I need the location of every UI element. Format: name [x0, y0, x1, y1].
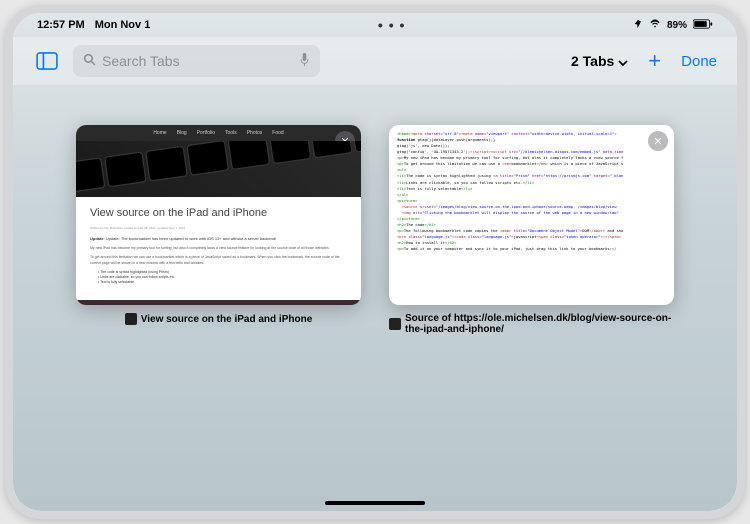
microphone-icon[interactable] [299, 53, 310, 70]
done-button[interactable]: Done [681, 53, 717, 70]
multitask-dots[interactable]: • • • [378, 17, 405, 33]
search-input[interactable]: Search Tabs [73, 45, 320, 77]
search-icon [83, 53, 96, 69]
tab-group-selector[interactable]: 2 Tabs [571, 53, 628, 69]
tab-card: ✕ <head><meta charset="utf-8"><meta name… [389, 125, 674, 335]
blog-update: Update: Update: The bookmarklet has been… [90, 236, 347, 242]
tab-card: ✕ Home Blog Portfolio Tools Photos Food [76, 125, 361, 335]
tab-label: Source of https://ole.michelsen.dk/blog/… [389, 313, 674, 335]
status-date: Mon Nov 1 [95, 19, 151, 31]
toolbar: Search Tabs 2 Tabs + Done [13, 37, 737, 85]
ipad-device-frame: 12:57 PM Mon Nov 1 • • • 89% [5, 5, 745, 519]
favicon [125, 313, 137, 325]
location-icon [633, 19, 643, 32]
blog-heading: View source on the iPad and iPhone [90, 205, 347, 222]
source-code: <head><meta charset="utf-8"><meta name="… [389, 125, 674, 258]
tabs-grid: ✕ Home Blog Portfolio Tools Photos Food [13, 85, 737, 375]
blog-footer [76, 300, 361, 306]
tab-thumbnail[interactable]: ✕ Home Blog Portfolio Tools Photos Food [76, 125, 361, 305]
blog-byline: Written by Ole Michelsen posted on Feb 2… [90, 226, 347, 231]
status-bar: 12:57 PM Mon Nov 1 • • • 89% [13, 13, 737, 37]
battery-icon [693, 19, 713, 32]
tab-thumbnail[interactable]: ✕ <head><meta charset="utf-8"><meta name… [389, 125, 674, 305]
close-tab-button[interactable]: ✕ [648, 131, 668, 151]
tab-label: View source on the iPad and iPhone [125, 313, 313, 325]
favicon [389, 318, 401, 330]
chevron-down-icon [618, 53, 628, 69]
blog-para: To get around this limitation we can use… [90, 255, 347, 266]
blog-bullets: The code is syntax highlighted (using Pr… [98, 270, 347, 286]
blog-hero-image [76, 141, 361, 197]
status-time: 12:57 PM [37, 19, 85, 31]
blog-para: My new iPad has become my primary tool f… [90, 246, 347, 251]
sidebar-toggle-button[interactable] [33, 47, 61, 75]
home-indicator[interactable] [325, 501, 425, 505]
blog-content: View source on the iPad and iPhone Writt… [76, 197, 361, 294]
battery-percent: 89% [667, 20, 687, 31]
wifi-icon [649, 19, 661, 32]
screen: 12:57 PM Mon Nov 1 • • • 89% [13, 13, 737, 511]
search-placeholder: Search Tabs [102, 53, 293, 69]
blog-nav: Home Blog Portfolio Tools Photos Food [76, 125, 361, 141]
new-tab-button[interactable]: + [640, 48, 669, 74]
